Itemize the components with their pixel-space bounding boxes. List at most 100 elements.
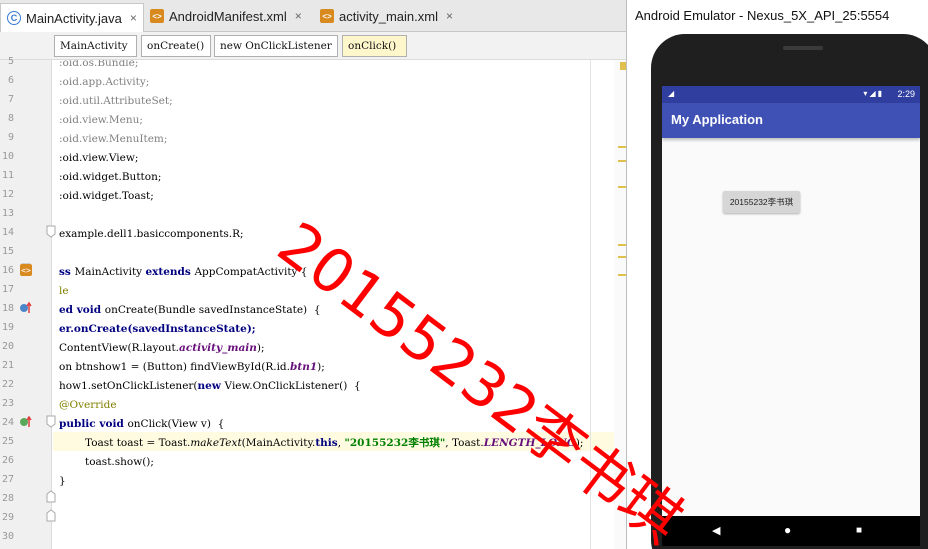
line-number: 8 bbox=[7, 113, 14, 124]
code-line-5: :oid.os.Bundle; bbox=[59, 60, 138, 73]
tab-label: AndroidManifest.xml bbox=[169, 8, 287, 24]
code-line-20: ContentView(R.layout.activity_main); bbox=[59, 339, 265, 358]
recents-icon[interactable]: ■ bbox=[856, 525, 862, 536]
line-number: 19 bbox=[1, 322, 14, 333]
code-keyword: new bbox=[197, 380, 225, 392]
tab-mainactivity-java[interactable]: C MainActivity.java × bbox=[0, 3, 144, 32]
breadcrumb-mainactivity[interactable]: MainActivity bbox=[54, 35, 137, 57]
code-text: (MainActivity. bbox=[241, 437, 316, 449]
breadcrumb-oncreate[interactable]: onCreate() bbox=[141, 35, 211, 57]
implements-up-icon[interactable] bbox=[19, 415, 33, 429]
tab-androidmanifest-xml[interactable]: <> AndroidManifest.xml × bbox=[144, 3, 308, 29]
status-time: 2:29 bbox=[897, 89, 915, 99]
emulator-title: Android Emulator - Nexus_5X_API_25:5554 bbox=[635, 8, 890, 23]
status-icons: ▾◢▮ bbox=[863, 89, 884, 98]
phone-speaker bbox=[783, 46, 823, 50]
code-line-7: :oid.util.AttributeSet; bbox=[59, 92, 173, 111]
editor-tab-bar: C MainActivity.java × <> AndroidManifest… bbox=[0, 0, 626, 32]
line-number: 16 bbox=[1, 265, 14, 276]
code-line-19: er.onCreate(savedInstanceState); bbox=[59, 320, 256, 339]
line-number: 13 bbox=[1, 208, 14, 219]
code-text: :oid.widget.Toast; bbox=[59, 190, 154, 202]
code-text: } bbox=[59, 475, 66, 487]
xml-file-icon: <> bbox=[320, 9, 334, 23]
java-class-icon: C bbox=[7, 11, 21, 25]
stripe-marker[interactable] bbox=[618, 186, 626, 188]
breadcrumb: MainActivity onCreate() new OnClickListe… bbox=[0, 32, 626, 60]
code-keyword: ed bbox=[59, 304, 77, 316]
code-line-18: ed void onCreate(Bundle savedInstanceSta… bbox=[59, 301, 321, 320]
stripe-marker[interactable] bbox=[618, 146, 626, 148]
line-number: 29 bbox=[1, 512, 14, 523]
code-line-11: :oid.widget.Button; bbox=[59, 168, 161, 187]
stripe-marker[interactable] bbox=[618, 244, 626, 246]
breadcrumb-new-onclicklistener[interactable]: new OnClickListener bbox=[214, 35, 338, 57]
code-line-24: public void onClick(View v) { bbox=[59, 415, 224, 434]
line-number: 27 bbox=[1, 474, 14, 485]
code-line-17: le bbox=[59, 282, 69, 301]
code-text: :oid.view.MenuItem; bbox=[59, 133, 168, 145]
code-text: Toast toast = Toast. bbox=[85, 437, 191, 449]
close-icon[interactable]: × bbox=[446, 9, 453, 23]
android-manifest-icon[interactable]: <> bbox=[19, 263, 33, 277]
line-number: 25 bbox=[1, 436, 14, 447]
code-line-6: :oid.app.Activity; bbox=[59, 73, 149, 92]
close-icon[interactable]: × bbox=[295, 9, 302, 23]
code-text: View.OnClickListener() { bbox=[224, 380, 361, 392]
stripe-marker[interactable] bbox=[618, 274, 626, 276]
code-annotation: @Override bbox=[59, 399, 117, 411]
code-text: example.dell1.basiccomponents.R; bbox=[59, 228, 244, 240]
code-text: ); bbox=[317, 361, 325, 373]
stripe-marker[interactable] bbox=[618, 256, 626, 258]
line-number: 9 bbox=[7, 132, 14, 143]
line-number: 14 bbox=[1, 227, 14, 238]
line-number: 7 bbox=[7, 94, 14, 105]
code-text: MainActivity bbox=[74, 266, 146, 278]
code-line-23: @Override bbox=[59, 396, 117, 415]
override-up-icon[interactable] bbox=[19, 301, 33, 315]
tab-activity-main-xml[interactable]: <> activity_main.xml × bbox=[314, 3, 459, 29]
home-icon[interactable]: ● bbox=[784, 523, 791, 537]
breadcrumb-onclick[interactable]: onClick() bbox=[342, 35, 407, 57]
app-button[interactable]: 20155232李书琪 bbox=[723, 191, 800, 213]
code-keyword: void bbox=[99, 418, 128, 430]
line-number: 30 bbox=[1, 531, 14, 542]
line-number-gutter[interactable]: 5 6 7 8 9 10 11 12 13 14 15 16 17 18 19 … bbox=[0, 56, 56, 549]
phone-screen[interactable]: ◢ ▾◢▮ 2:29 My Application 20155232李书琪 ◀ … bbox=[662, 86, 920, 546]
code-text: onCreate(Bundle savedInstanceState) { bbox=[104, 304, 321, 316]
line-number: 18 bbox=[1, 303, 14, 314]
code-text: :oid.os.Bundle; bbox=[59, 60, 139, 69]
code-line-22: how1.setOnClickListener(new View.OnClick… bbox=[59, 377, 361, 396]
code-text: :oid.app.Activity; bbox=[59, 76, 150, 88]
code-static-method: makeText bbox=[190, 437, 242, 449]
code-text: toast.show(); bbox=[85, 456, 154, 468]
code-annotation: le bbox=[59, 285, 69, 297]
line-number: 21 bbox=[1, 360, 14, 371]
line-number: 24 bbox=[1, 417, 14, 428]
code-keyword: extends bbox=[145, 266, 195, 278]
line-number: 20 bbox=[1, 341, 14, 352]
stripe-marker[interactable] bbox=[618, 160, 626, 162]
code-text: ContentView(R.layout. bbox=[59, 342, 180, 354]
line-number: 5 bbox=[7, 56, 14, 67]
code-text: , Toast. bbox=[445, 437, 484, 449]
code-field: activity_main bbox=[179, 342, 257, 354]
android-emulator-window: Android Emulator - Nexus_5X_API_25:5554 … bbox=[626, 0, 928, 549]
code-keyword: public bbox=[59, 418, 100, 430]
line-number: 12 bbox=[1, 189, 14, 200]
code-keyword: void bbox=[76, 304, 105, 316]
code-line-10: :oid.view.View; bbox=[59, 149, 138, 168]
code-line-14: example.dell1.basiccomponents.R; bbox=[59, 225, 244, 244]
status-bar: ◢ ▾◢▮ 2:29 bbox=[662, 86, 920, 103]
code-text: ); bbox=[256, 342, 265, 354]
line-number: 10 bbox=[1, 151, 14, 162]
line-number: 26 bbox=[1, 455, 14, 466]
back-icon[interactable]: ◀ bbox=[712, 524, 720, 537]
code-keyword: ss bbox=[59, 266, 75, 278]
code-line-12: :oid.widget.Toast; bbox=[59, 187, 154, 206]
app-title: My Application bbox=[671, 112, 763, 127]
close-icon[interactable]: × bbox=[130, 11, 137, 25]
code-text: how1.setOnClickListener( bbox=[59, 380, 198, 392]
app-bar: My Application bbox=[662, 103, 920, 138]
code-text: :oid.util.AttributeSet; bbox=[59, 95, 173, 107]
